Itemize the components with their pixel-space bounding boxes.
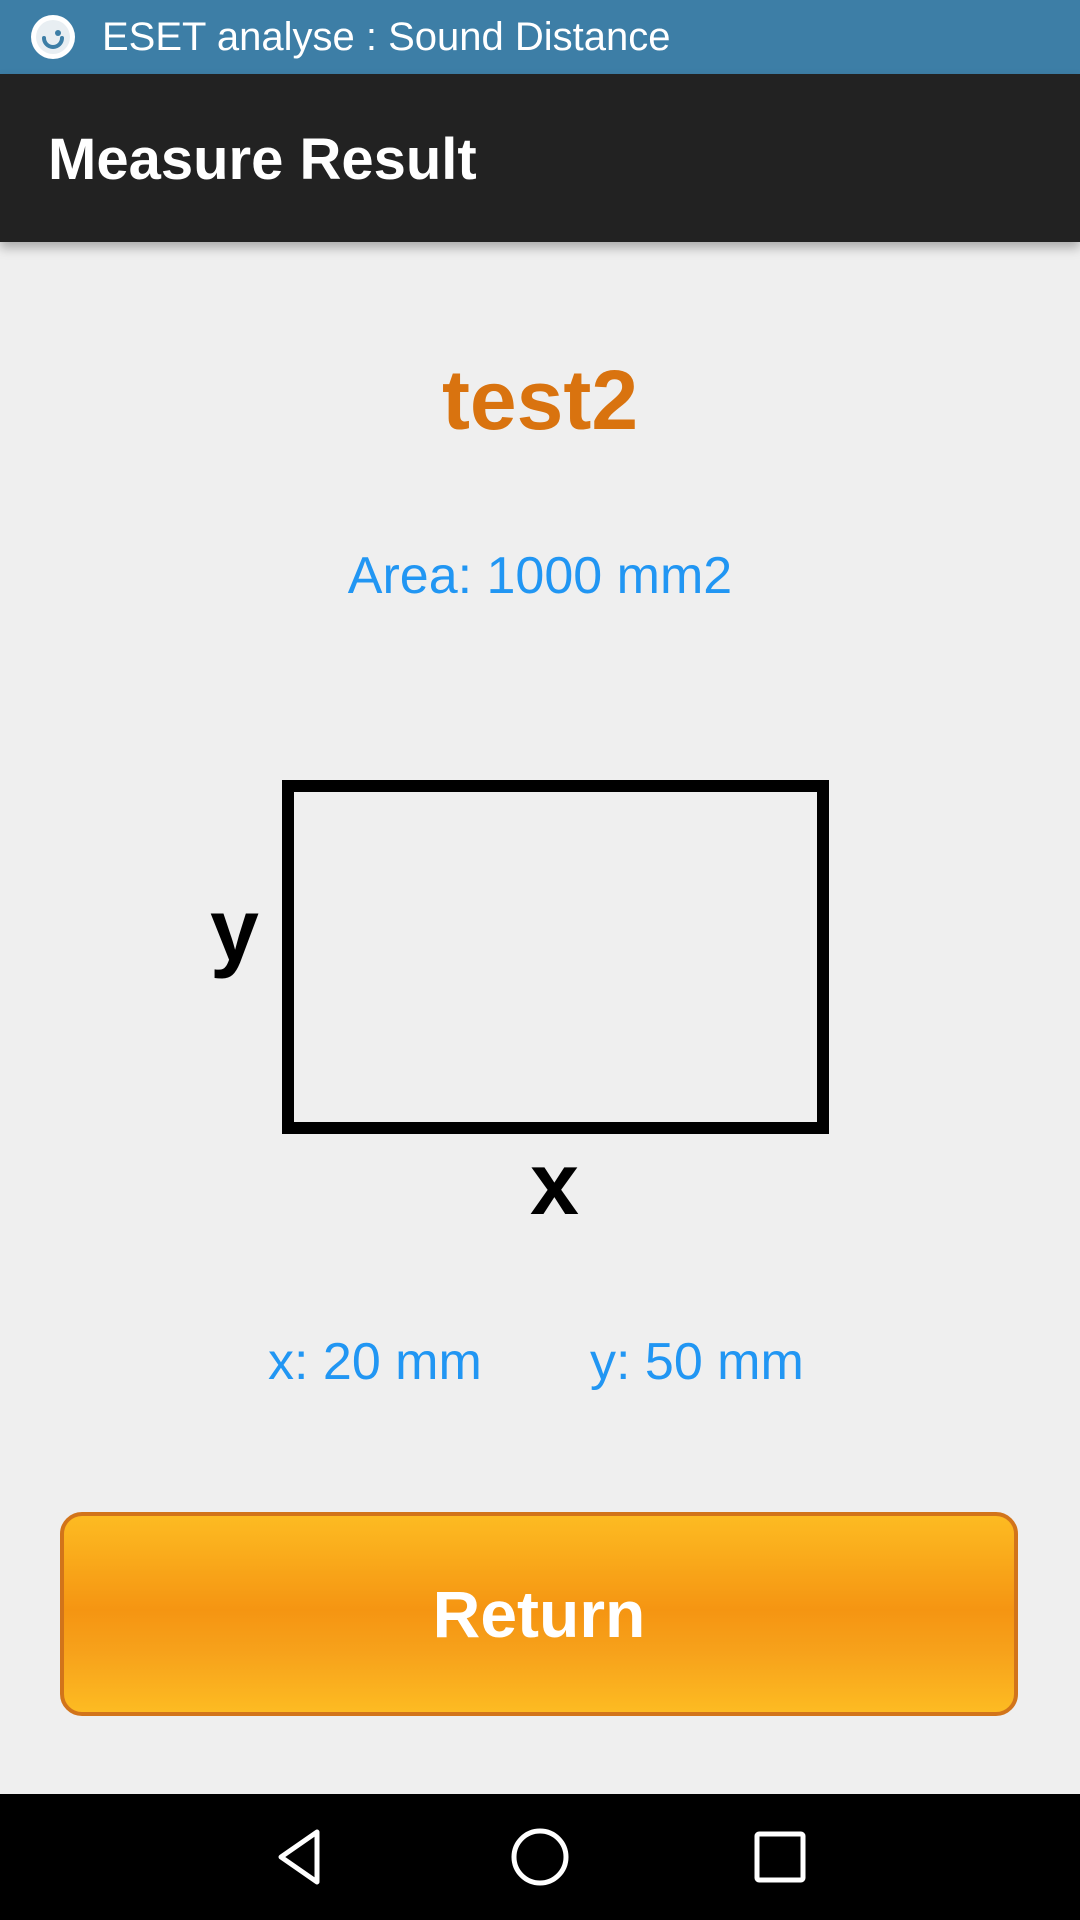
status-bar: ESET analyse : Sound Distance <box>0 0 1080 74</box>
result-content: test2 Area: 1000 mm2 y x x: 20 mm y: 50 … <box>0 242 1080 1794</box>
home-circle-icon[interactable] <box>505 1822 575 1892</box>
return-button-label: Return <box>432 1577 646 1651</box>
return-button[interactable]: Return <box>60 1512 1018 1716</box>
recents-square-icon[interactable] <box>745 1822 815 1892</box>
diagram-label-x: x <box>530 1134 579 1233</box>
page-title: Measure Result <box>48 127 477 192</box>
x-dimension-value: x: 20 mm <box>268 1333 482 1391</box>
app-bar: Measure Result <box>0 74 1080 242</box>
diagram-label-y: y <box>210 880 259 979</box>
back-triangle-icon[interactable] <box>265 1822 335 1892</box>
rectangle-shape <box>282 780 829 1134</box>
y-dimension-value: y: 50 mm <box>590 1333 804 1391</box>
system-nav-bar <box>0 1794 1080 1920</box>
measurement-name: test2 <box>441 353 639 447</box>
eset-app-icon <box>30 14 76 60</box>
area-value: Area: 1000 mm2 <box>347 547 733 605</box>
notification-title: ESET analyse : Sound Distance <box>102 15 671 59</box>
